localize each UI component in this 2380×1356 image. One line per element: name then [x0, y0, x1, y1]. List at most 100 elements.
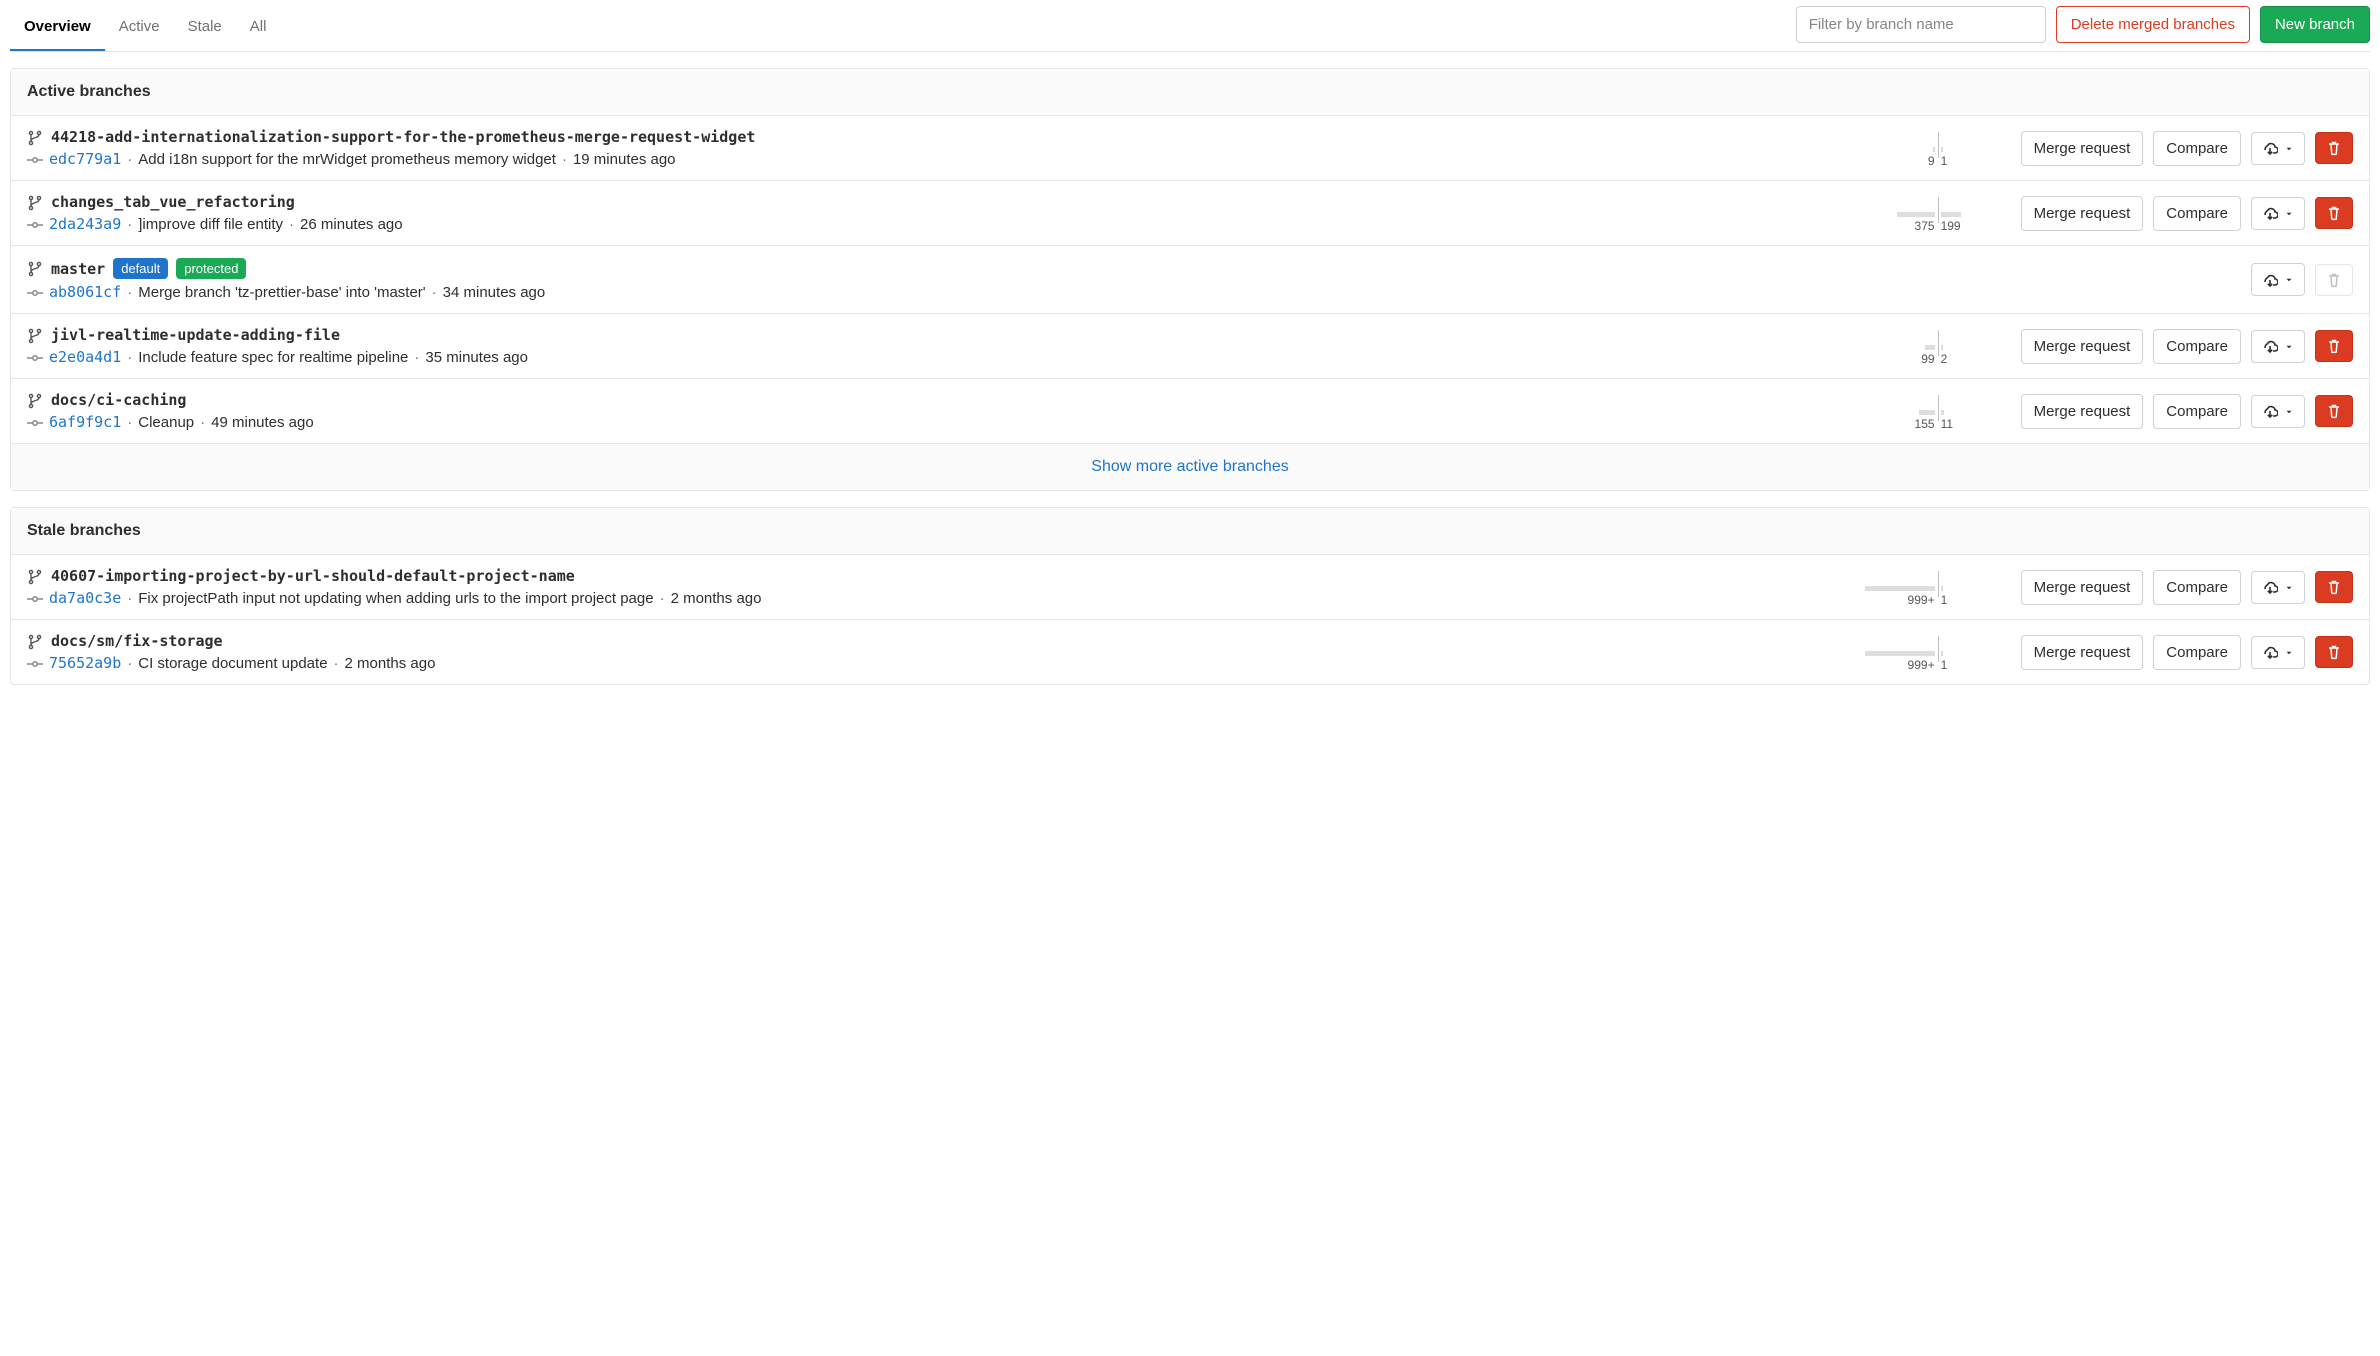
tab-active[interactable]: Active [105, 4, 174, 51]
branch-name[interactable]: changes_tab_vue_refactoring [51, 193, 295, 211]
caret-down-icon [2284, 579, 2294, 596]
divergence-graph: 375 199 [1863, 193, 2013, 233]
tab-overview[interactable]: Overview [10, 4, 105, 51]
commit-icon [27, 348, 43, 365]
show-more-link[interactable]: Show more active branches [1091, 458, 1288, 475]
badge-protected: protected [176, 258, 246, 279]
merge-request-button[interactable]: Merge request [2021, 329, 2144, 364]
branch-icon [27, 632, 43, 649]
row-actions [2251, 263, 2353, 296]
merge-request-button[interactable]: Merge request [2021, 570, 2144, 605]
divergence-graph [2093, 260, 2243, 300]
branch-row: docs/ci-caching 6af9f9c1 · Cleanup · 49 … [11, 379, 2369, 444]
commit-sha[interactable]: 2da243a9 [49, 215, 121, 233]
commit-time: 35 minutes ago [425, 349, 528, 366]
commit-sha[interactable]: e2e0a4d1 [49, 348, 121, 366]
commit-sha[interactable]: da7a0c3e [49, 589, 121, 607]
caret-down-icon [2284, 644, 2294, 661]
merge-request-button[interactable]: Merge request [2021, 196, 2144, 231]
top-bar: Overview Active Stale All Delete merged … [10, 0, 2370, 52]
delete-branch-button[interactable] [2315, 636, 2353, 668]
download-dropdown-button[interactable] [2251, 395, 2305, 428]
commit-icon [27, 654, 43, 671]
row-actions: Merge request Compare [2021, 196, 2353, 231]
branch-name[interactable]: 44218-add-internationalization-support-f… [51, 128, 755, 146]
commit-time: 2 months ago [345, 655, 436, 672]
branch-name[interactable]: docs/sm/fix-storage [51, 632, 223, 650]
merge-request-button[interactable]: Merge request [2021, 635, 2144, 670]
commit-sha[interactable]: edc779a1 [49, 150, 121, 168]
merge-request-button[interactable]: Merge request [2021, 131, 2144, 166]
caret-down-icon [2284, 271, 2294, 288]
download-dropdown-button[interactable] [2251, 330, 2305, 363]
compare-button[interactable]: Compare [2153, 570, 2241, 605]
branch-info: 44218-add-internationalization-support-f… [27, 128, 1855, 168]
commit-icon [27, 215, 43, 232]
branch-name[interactable]: 40607-importing-project-by-url-should-de… [51, 567, 575, 585]
compare-button[interactable]: Compare [2153, 394, 2241, 429]
branch-row: docs/sm/fix-storage 75652a9b · CI storag… [11, 620, 2369, 684]
behind-count: 9 [1928, 154, 1935, 168]
delete-branch-button[interactable] [2315, 330, 2353, 362]
filter-branch-input[interactable] [1796, 6, 2046, 43]
commit-time: 34 minutes ago [443, 284, 546, 301]
divergence-graph: 999+ 1 [1863, 567, 2013, 607]
download-dropdown-button[interactable] [2251, 636, 2305, 669]
ahead-count: 199 [1941, 219, 1961, 233]
download-dropdown-button[interactable] [2251, 197, 2305, 230]
compare-button[interactable]: Compare [2153, 329, 2241, 364]
tab-all[interactable]: All [236, 4, 281, 51]
panel-header: Stale branches [11, 508, 2369, 555]
commit-icon [27, 413, 43, 430]
compare-button[interactable]: Compare [2153, 131, 2241, 166]
delete-branch-button[interactable] [2315, 395, 2353, 427]
commit-message: Include feature spec for realtime pipeli… [138, 349, 408, 366]
branch-name[interactable]: jivl-realtime-update-adding-file [51, 326, 340, 344]
commit-sha[interactable]: ab8061cf [49, 283, 121, 301]
delete-branch-button[interactable] [2315, 132, 2353, 164]
new-branch-button[interactable]: New branch [2260, 6, 2370, 43]
row-actions: Merge request Compare [2021, 329, 2353, 364]
commit-message: Fix projectPath input not updating when … [138, 590, 653, 607]
download-dropdown-button[interactable] [2251, 263, 2305, 296]
panel-header: Active branches [11, 69, 2369, 116]
branch-name[interactable]: master [51, 260, 105, 278]
branch-icon [27, 128, 43, 145]
branch-icon [27, 567, 43, 584]
compare-button[interactable]: Compare [2153, 635, 2241, 670]
ahead-count: 1 [1941, 593, 1948, 607]
top-actions: Delete merged branches New branch [1796, 6, 2370, 49]
branch-name[interactable]: docs/ci-caching [51, 391, 186, 409]
delete-branch-button-disabled [2315, 264, 2353, 296]
commit-message: Merge branch 'tz-prettier-base' into 'ma… [138, 284, 425, 301]
branch-icon [27, 193, 43, 210]
download-dropdown-button[interactable] [2251, 132, 2305, 165]
commit-time: 49 minutes ago [211, 414, 314, 431]
behind-count: 999+ [1908, 593, 1935, 607]
delete-branch-button[interactable] [2315, 571, 2353, 603]
badge-default: default [113, 258, 168, 279]
branch-info: docs/ci-caching 6af9f9c1 · Cleanup · 49 … [27, 391, 1855, 431]
branch-row: 44218-add-internationalization-support-f… [11, 116, 2369, 181]
tabs: Overview Active Stale All [10, 4, 280, 51]
commit-time: 26 minutes ago [300, 216, 403, 233]
ahead-count: 1 [1941, 154, 1948, 168]
branch-info: docs/sm/fix-storage 75652a9b · CI storag… [27, 632, 1855, 672]
delete-merged-branches-button[interactable]: Delete merged branches [2056, 6, 2250, 43]
merge-request-button[interactable]: Merge request [2021, 394, 2144, 429]
commit-sha[interactable]: 75652a9b [49, 654, 121, 672]
row-actions: Merge request Compare [2021, 394, 2353, 429]
branch-info: 40607-importing-project-by-url-should-de… [27, 567, 1855, 607]
branch-info: changes_tab_vue_refactoring 2da243a9 · ]… [27, 193, 1855, 233]
divergence-graph: 999+ 1 [1863, 632, 2013, 672]
behind-count: 375 [1915, 219, 1935, 233]
download-dropdown-button[interactable] [2251, 571, 2305, 604]
caret-down-icon [2284, 140, 2294, 157]
commit-sha[interactable]: 6af9f9c1 [49, 413, 121, 431]
divergence-graph: 9 1 [1863, 128, 2013, 168]
tab-stale[interactable]: Stale [174, 4, 236, 51]
compare-button[interactable]: Compare [2153, 196, 2241, 231]
commit-icon [27, 283, 43, 300]
panel-stale: Stale branches 40607-importing-project-b… [10, 507, 2370, 685]
delete-branch-button[interactable] [2315, 197, 2353, 229]
